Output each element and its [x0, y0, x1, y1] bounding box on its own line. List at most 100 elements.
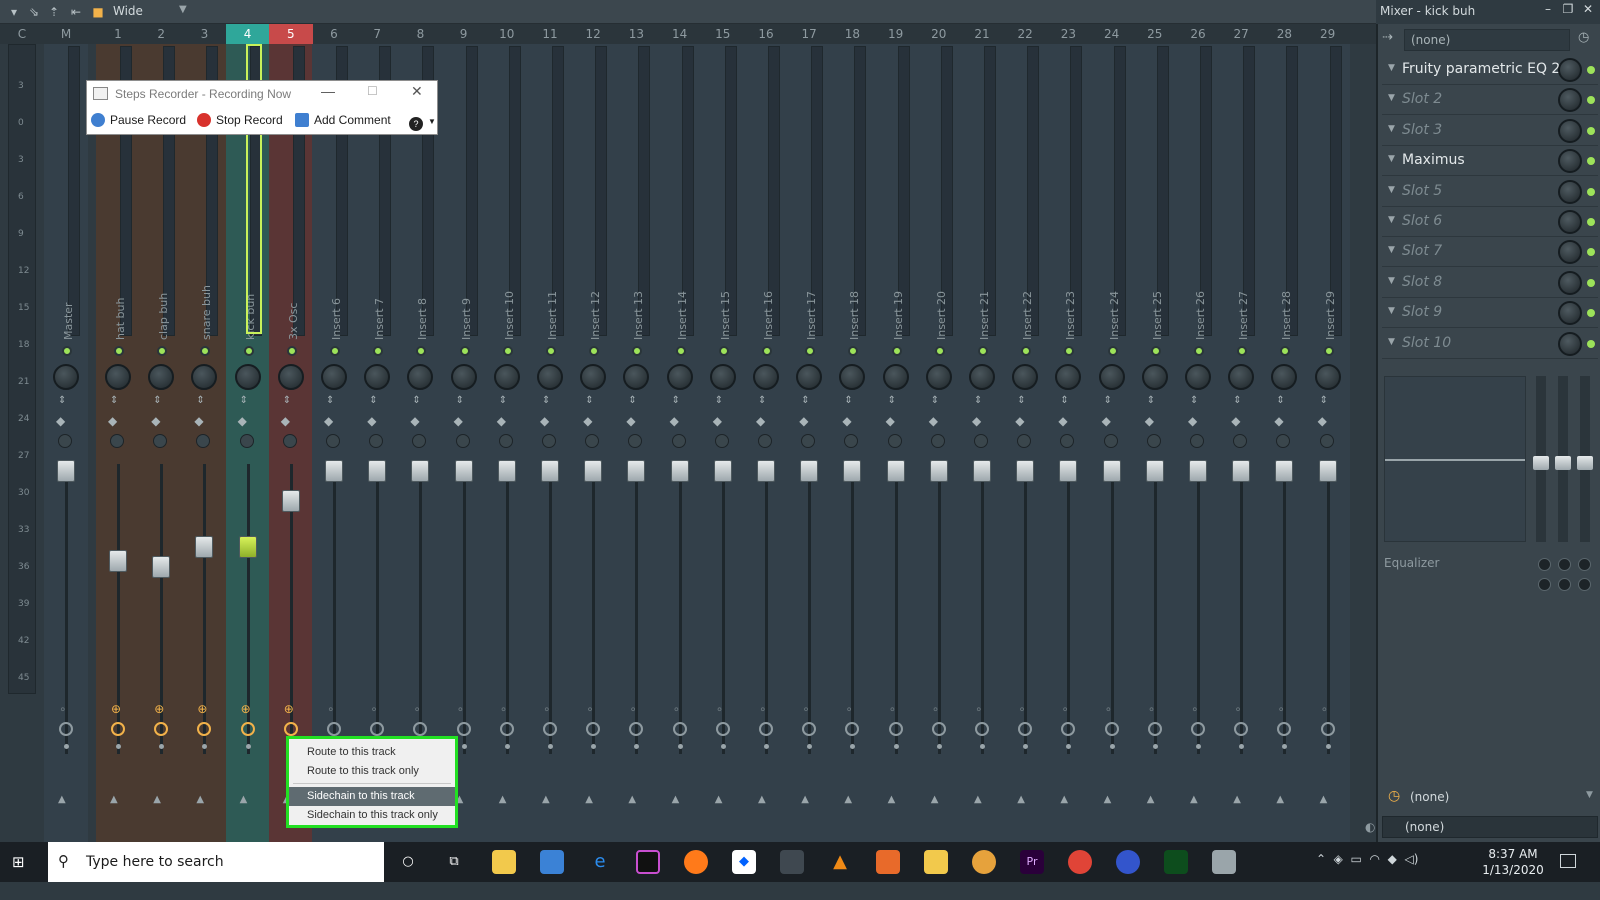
menu-item-route-only[interactable]: Route to this track only: [289, 762, 455, 781]
track-number[interactable]: 14: [658, 24, 702, 44]
slot-mix-knob[interactable]: [1558, 88, 1582, 113]
track-number[interactable]: 13: [614, 24, 658, 44]
volume-knob[interactable]: [498, 434, 513, 448]
stereo-arrow-icon[interactable]: ⇕: [1233, 396, 1241, 406]
effect-slot[interactable]: ▼ Slot 5: [1382, 178, 1598, 207]
link-dot[interactable]: [64, 744, 69, 749]
enable-led[interactable]: [848, 346, 859, 356]
task-view-icon[interactable]: ⧉: [442, 850, 466, 874]
link-dot[interactable]: [245, 744, 251, 749]
stereo-separation-icon[interactable]: ◆: [1058, 414, 1067, 428]
send-icon[interactable]: ∘: [1148, 702, 1156, 716]
stereo-separation-icon[interactable]: ◆: [454, 414, 463, 428]
pan-knob[interactable]: [148, 364, 175, 390]
slot-mix-knob[interactable]: [1558, 270, 1582, 295]
app-icon[interactable]: [780, 850, 804, 874]
mixer-strip[interactable]: ⇕ ◆ ∘ ▲ Insert 25: [1132, 44, 1177, 856]
mixer-strip[interactable]: ⇕ ◆ ⊕ ▲ snare buh: [182, 44, 227, 856]
stereo-arrow-icon[interactable]: ⇕: [758, 396, 766, 406]
eq-slider-handle[interactable]: [1555, 456, 1571, 470]
send-arrow-icon[interactable]: ▲: [801, 794, 809, 805]
pan-knob[interactable]: [666, 364, 693, 390]
link-dot[interactable]: [591, 744, 597, 749]
output-route-row[interactable]: ◐ (none): [1365, 816, 1598, 838]
stereo-arrow-icon[interactable]: ⇕: [888, 396, 896, 406]
stereo-separation-icon[interactable]: ◆: [367, 414, 376, 428]
link-dot[interactable]: [159, 744, 165, 749]
send-icon[interactable]: ∘: [543, 702, 551, 716]
volume-knob[interactable]: [326, 434, 340, 448]
enable-led[interactable]: [1237, 346, 1248, 356]
track-name[interactable]: Insert 27: [1237, 291, 1250, 340]
mixer-strip[interactable]: ⇕◆⊕▲3x Osc: [268, 44, 313, 856]
route-knob[interactable]: [1018, 722, 1033, 736]
route-knob[interactable]: [888, 722, 903, 736]
view-mode-select[interactable]: Wide: [113, 4, 143, 18]
add-comment-button[interactable]: Add Comment: [295, 113, 391, 131]
send-icon[interactable]: ∘: [932, 702, 940, 716]
slot-mix-knob[interactable]: [1558, 179, 1582, 204]
stereo-separation-icon[interactable]: ◆: [626, 414, 635, 428]
volume-fader[interactable]: [1275, 460, 1294, 482]
track-number[interactable]: 6: [312, 24, 356, 44]
mixer-strip[interactable]: ⇕ ◆ ∘ ▲ Insert 18: [830, 44, 875, 856]
stereo-arrow-icon[interactable]: ⇕: [369, 396, 377, 406]
volume-knob[interactable]: [1017, 434, 1032, 448]
send-arrow-icon[interactable]: ▲: [240, 794, 248, 805]
route-knob[interactable]: [111, 722, 125, 736]
route-knob[interactable]: [931, 722, 946, 736]
send-icon[interactable]: ∘: [673, 702, 681, 716]
volume-knob[interactable]: [758, 434, 772, 448]
stereo-arrow-icon[interactable]: ⇕: [1017, 396, 1025, 406]
volume-knob[interactable]: [585, 434, 600, 448]
taskbar-clock[interactable]: 8:37 AM 1/13/2020: [1478, 846, 1548, 878]
stereo-arrow-icon[interactable]: ⇕: [456, 396, 464, 406]
stereo-arrow-icon[interactable]: ⇕: [283, 396, 291, 406]
track-number[interactable]: 10: [485, 24, 529, 44]
taskbar-search-box[interactable]: ⚲ Type here to search: [48, 842, 384, 882]
link-dot[interactable]: [720, 744, 726, 749]
stereo-separation-icon[interactable]: ◆: [56, 414, 65, 428]
pan-knob[interactable]: [407, 364, 434, 390]
slot-mix-knob[interactable]: [1558, 301, 1582, 326]
pan-knob[interactable]: [623, 364, 650, 390]
track-number[interactable]: 5: [268, 24, 313, 44]
track-number[interactable]: 17: [787, 24, 831, 44]
volume-knob[interactable]: [239, 434, 254, 448]
send-icon[interactable]: ∘: [1234, 702, 1242, 716]
send-icon[interactable]: ∘: [457, 702, 465, 716]
cortana-icon[interactable]: ○: [396, 850, 420, 874]
enable-led[interactable]: [200, 346, 211, 356]
route-knob[interactable]: [154, 722, 169, 736]
enable-led[interactable]: [1194, 346, 1204, 356]
track-number[interactable]: 21: [960, 24, 1004, 44]
link-dot[interactable]: [1152, 744, 1158, 749]
track-number[interactable]: 24: [1090, 24, 1134, 44]
track-name[interactable]: Insert 11: [546, 291, 559, 340]
send-icon[interactable]: ∘: [629, 702, 637, 716]
volume-knob[interactable]: [412, 434, 427, 448]
route-knob[interactable]: [975, 722, 989, 736]
stereo-arrow-icon[interactable]: ⇕: [196, 396, 204, 406]
send-icon[interactable]: ∘: [975, 702, 983, 716]
track-name[interactable]: Insert 23: [1064, 291, 1077, 340]
edge-icon[interactable]: e: [588, 850, 612, 874]
slot-menu-icon[interactable]: ▼: [1388, 276, 1395, 286]
stereo-arrow-icon[interactable]: ⇕: [585, 396, 593, 406]
slot-menu-icon[interactable]: ▼: [1388, 337, 1395, 347]
stereo-separation-icon[interactable]: ◆: [799, 414, 808, 428]
pan-knob[interactable]: [1141, 364, 1168, 390]
track-name[interactable]: Insert 21: [978, 291, 991, 340]
mixer-strip[interactable]: ⇕ ◆ ∘ ▲ Insert 20: [916, 44, 961, 856]
pan-knob[interactable]: [1228, 364, 1255, 390]
stereo-arrow-icon[interactable]: ⇕: [499, 396, 507, 406]
eq-slider-handle[interactable]: [1533, 456, 1549, 470]
send-arrow-icon[interactable]: ▲: [542, 794, 550, 805]
route-knob[interactable]: [629, 722, 644, 736]
send-arrow-icon[interactable]: ▲: [1147, 794, 1155, 805]
link-dot[interactable]: [893, 744, 899, 749]
volume-knob[interactable]: [974, 434, 988, 448]
route-knob[interactable]: [1320, 722, 1335, 736]
slot-mix-knob[interactable]: [1558, 240, 1582, 265]
stereo-arrow-icon[interactable]: ⇕: [1276, 396, 1284, 406]
